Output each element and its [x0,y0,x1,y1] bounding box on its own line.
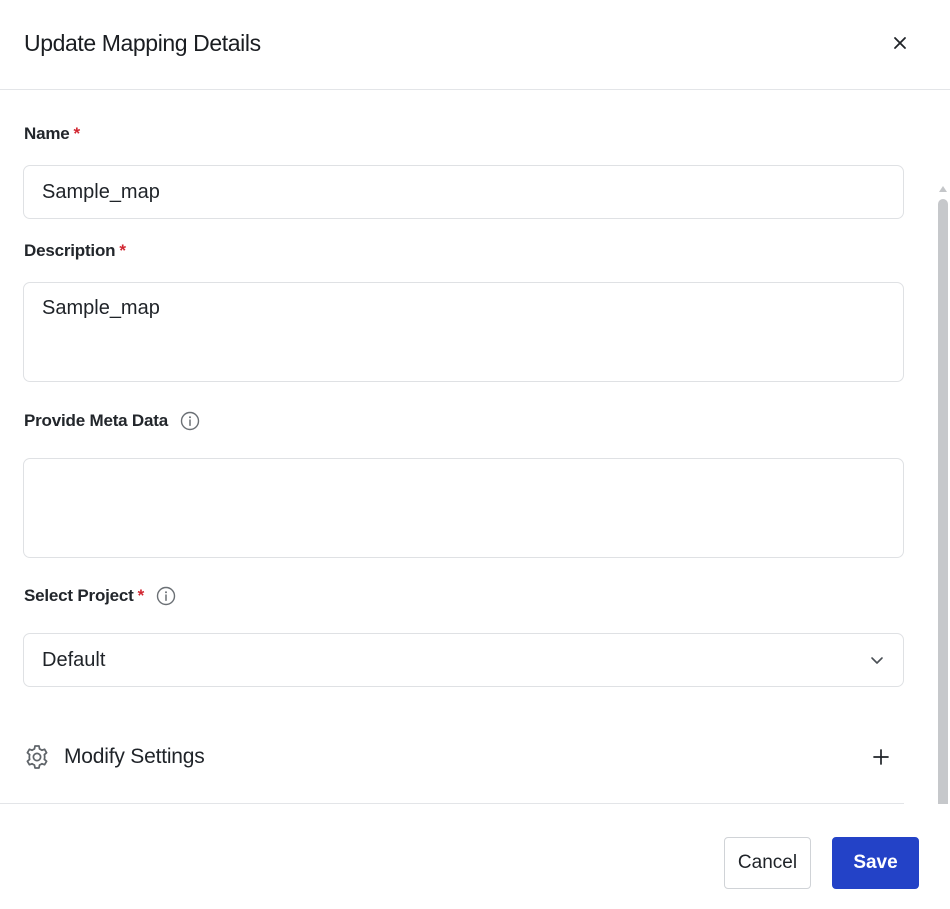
modify-settings-label: Modify Settings [64,745,205,768]
project-label-text: Select Project [24,586,134,605]
description-textarea[interactable]: Sample_map [23,282,904,382]
meta-data-info-icon[interactable] [180,411,200,431]
dialog-body: Name * Description * Sample_map Provide … [0,91,950,804]
plus-icon[interactable] [872,748,890,766]
cancel-button[interactable]: Cancel [724,837,811,889]
dialog-title: Update Mapping Details [24,30,261,56]
close-button[interactable] [888,31,912,55]
name-label: Name * [24,124,80,144]
modify-settings-toggle[interactable]: Modify Settings [23,739,904,775]
meta-data-label-text: Provide Meta Data [24,411,168,430]
name-required-mark: * [73,124,81,143]
name-input[interactable] [23,165,904,219]
dialog-header: Update Mapping Details [0,0,950,90]
save-button[interactable]: Save [832,837,919,889]
project-selected-value: Default [42,648,106,671]
description-label: Description * [24,241,126,261]
description-required-mark: * [119,241,126,260]
scroll-up-icon[interactable] [939,186,947,192]
description-label-text: Description [24,241,116,260]
gear-icon [26,745,48,769]
scrollbar-thumb[interactable] [938,199,948,804]
project-info-icon[interactable] [156,586,176,606]
dialog-footer: Cancel Save [0,805,950,909]
meta-data-textarea[interactable] [23,458,904,558]
close-icon [894,37,906,49]
chevron-down-icon [871,657,883,664]
project-select[interactable]: Default [23,633,904,687]
name-label-text: Name [24,124,70,143]
scrollbar[interactable] [936,182,950,804]
project-required-mark: * [137,586,145,605]
meta-data-label: Provide Meta Data [24,411,200,431]
body-bottom-divider [0,803,904,804]
project-label: Select Project * [24,586,176,606]
update-mapping-dialog: Update Mapping Details Name * Descriptio… [0,0,950,909]
